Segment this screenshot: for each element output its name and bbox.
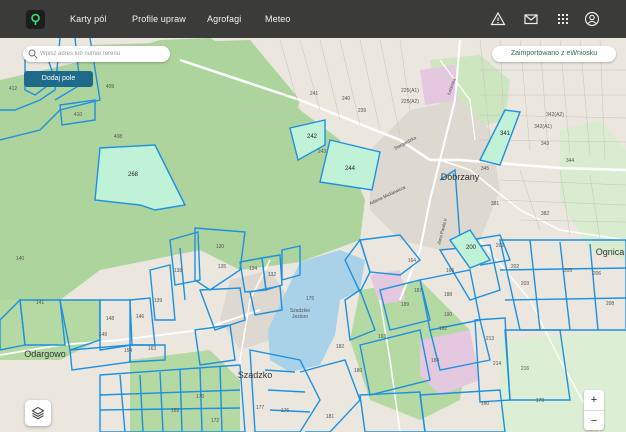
svg-text:382: 382	[541, 211, 550, 217]
svg-text:213: 213	[486, 336, 495, 342]
layers-icon	[31, 406, 45, 420]
svg-text:208: 208	[606, 301, 615, 307]
svg-text:214: 214	[493, 361, 502, 367]
svg-text:206: 206	[593, 271, 602, 277]
top-navigation-bar: Karty pól Profile upraw Agrofagi Meteo	[0, 0, 626, 38]
svg-text:243: 243	[318, 149, 327, 155]
apps-grid-icon[interactable]	[555, 11, 571, 27]
mail-icon[interactable]	[523, 11, 539, 27]
svg-text:132: 132	[268, 272, 277, 278]
svg-text:412: 412	[9, 86, 18, 92]
svg-text:241: 241	[310, 91, 319, 97]
svg-text:190: 190	[444, 312, 453, 318]
svg-text:203: 203	[521, 281, 530, 287]
svg-text:225(A2): 225(A2)	[401, 99, 419, 105]
svg-text:216: 216	[521, 366, 530, 372]
svg-text:135: 135	[218, 264, 227, 270]
svg-text:Dobrzany: Dobrzany	[441, 172, 480, 182]
svg-text:177: 177	[256, 405, 265, 411]
field-map[interactable]: Dobrzany Szadzko Odargowo Ognica Szadzki…	[0, 0, 626, 432]
search-icon	[28, 49, 38, 59]
svg-text:410: 410	[74, 112, 83, 118]
svg-text:192: 192	[439, 326, 448, 332]
svg-text:381: 381	[491, 201, 500, 207]
svg-text:225(A1): 225(A1)	[401, 88, 419, 94]
zoom-in-button[interactable]: +	[584, 390, 604, 411]
search-input[interactable]	[40, 47, 165, 61]
svg-text:170: 170	[536, 398, 545, 404]
svg-text:345: 345	[481, 166, 490, 172]
svg-text:149: 149	[99, 332, 108, 338]
svg-text:344: 344	[566, 158, 575, 164]
svg-text:164: 164	[408, 258, 417, 264]
svg-text:181: 181	[326, 414, 335, 420]
svg-text:189: 189	[401, 302, 410, 308]
svg-text:Jezioro: Jezioro	[292, 314, 308, 320]
svg-text:175: 175	[306, 296, 315, 302]
svg-text:200: 200	[466, 245, 477, 251]
svg-text:193: 193	[378, 334, 387, 340]
layers-button[interactable]	[25, 400, 51, 426]
nav-karty-pol[interactable]: Karty pól	[70, 14, 106, 24]
add-field-button[interactable]: Dodaj pole	[24, 71, 93, 87]
svg-text:160: 160	[481, 401, 490, 407]
svg-text:205: 205	[564, 268, 573, 274]
svg-text:172: 172	[211, 418, 220, 424]
svg-text:Ognica: Ognica	[596, 247, 625, 257]
import-ewniosek-button[interactable]: Zaimportowano z eWniosku	[492, 46, 616, 62]
svg-text:239: 239	[358, 108, 367, 114]
svg-text:140: 140	[16, 256, 25, 262]
svg-text:187: 187	[414, 288, 423, 294]
svg-text:188: 188	[444, 292, 453, 298]
svg-text:244: 244	[345, 166, 356, 172]
nav-profile-upraw[interactable]: Profile upraw	[132, 14, 186, 24]
svg-text:240: 240	[342, 96, 351, 102]
user-icon[interactable]	[584, 11, 600, 27]
svg-text:154: 154	[124, 348, 133, 354]
svg-text:134: 134	[249, 266, 258, 272]
logo-icon[interactable]	[25, 9, 46, 30]
svg-text:184: 184	[431, 358, 440, 364]
svg-text:166: 166	[446, 268, 455, 274]
svg-text:163: 163	[148, 346, 157, 352]
zoom-out-button[interactable]: −	[584, 411, 604, 431]
nav-agrofagi[interactable]: Agrofagi	[207, 14, 241, 24]
svg-text:409: 409	[106, 84, 115, 90]
svg-text:130: 130	[216, 244, 225, 250]
svg-text:141: 141	[36, 300, 45, 306]
svg-text:182: 182	[336, 344, 345, 350]
svg-text:341: 341	[500, 131, 511, 137]
svg-text:242: 242	[307, 134, 318, 140]
svg-text:202: 202	[511, 264, 520, 270]
nav-meteo[interactable]: Meteo	[265, 14, 291, 24]
svg-text:139: 139	[154, 298, 163, 304]
svg-text:342(A2): 342(A2)	[546, 112, 564, 118]
zoom-control: + −	[584, 390, 604, 430]
svg-text:201: 201	[496, 243, 505, 249]
svg-text:170: 170	[196, 394, 205, 400]
svg-text:138: 138	[174, 268, 183, 274]
svg-text:176: 176	[281, 408, 290, 414]
svg-text:169: 169	[171, 408, 180, 414]
svg-text:343: 343	[541, 141, 550, 147]
svg-text:268: 268	[128, 172, 139, 178]
svg-text:Szadzko: Szadzko	[238, 370, 273, 380]
address-search	[23, 46, 170, 62]
svg-text:408: 408	[114, 134, 123, 140]
svg-text:342(A1): 342(A1)	[534, 124, 552, 130]
alert-icon[interactable]	[490, 11, 506, 27]
svg-text:148: 148	[106, 316, 115, 322]
svg-text:Odargowo: Odargowo	[24, 349, 66, 359]
svg-text:146: 146	[136, 314, 145, 320]
svg-text:180: 180	[354, 368, 363, 374]
